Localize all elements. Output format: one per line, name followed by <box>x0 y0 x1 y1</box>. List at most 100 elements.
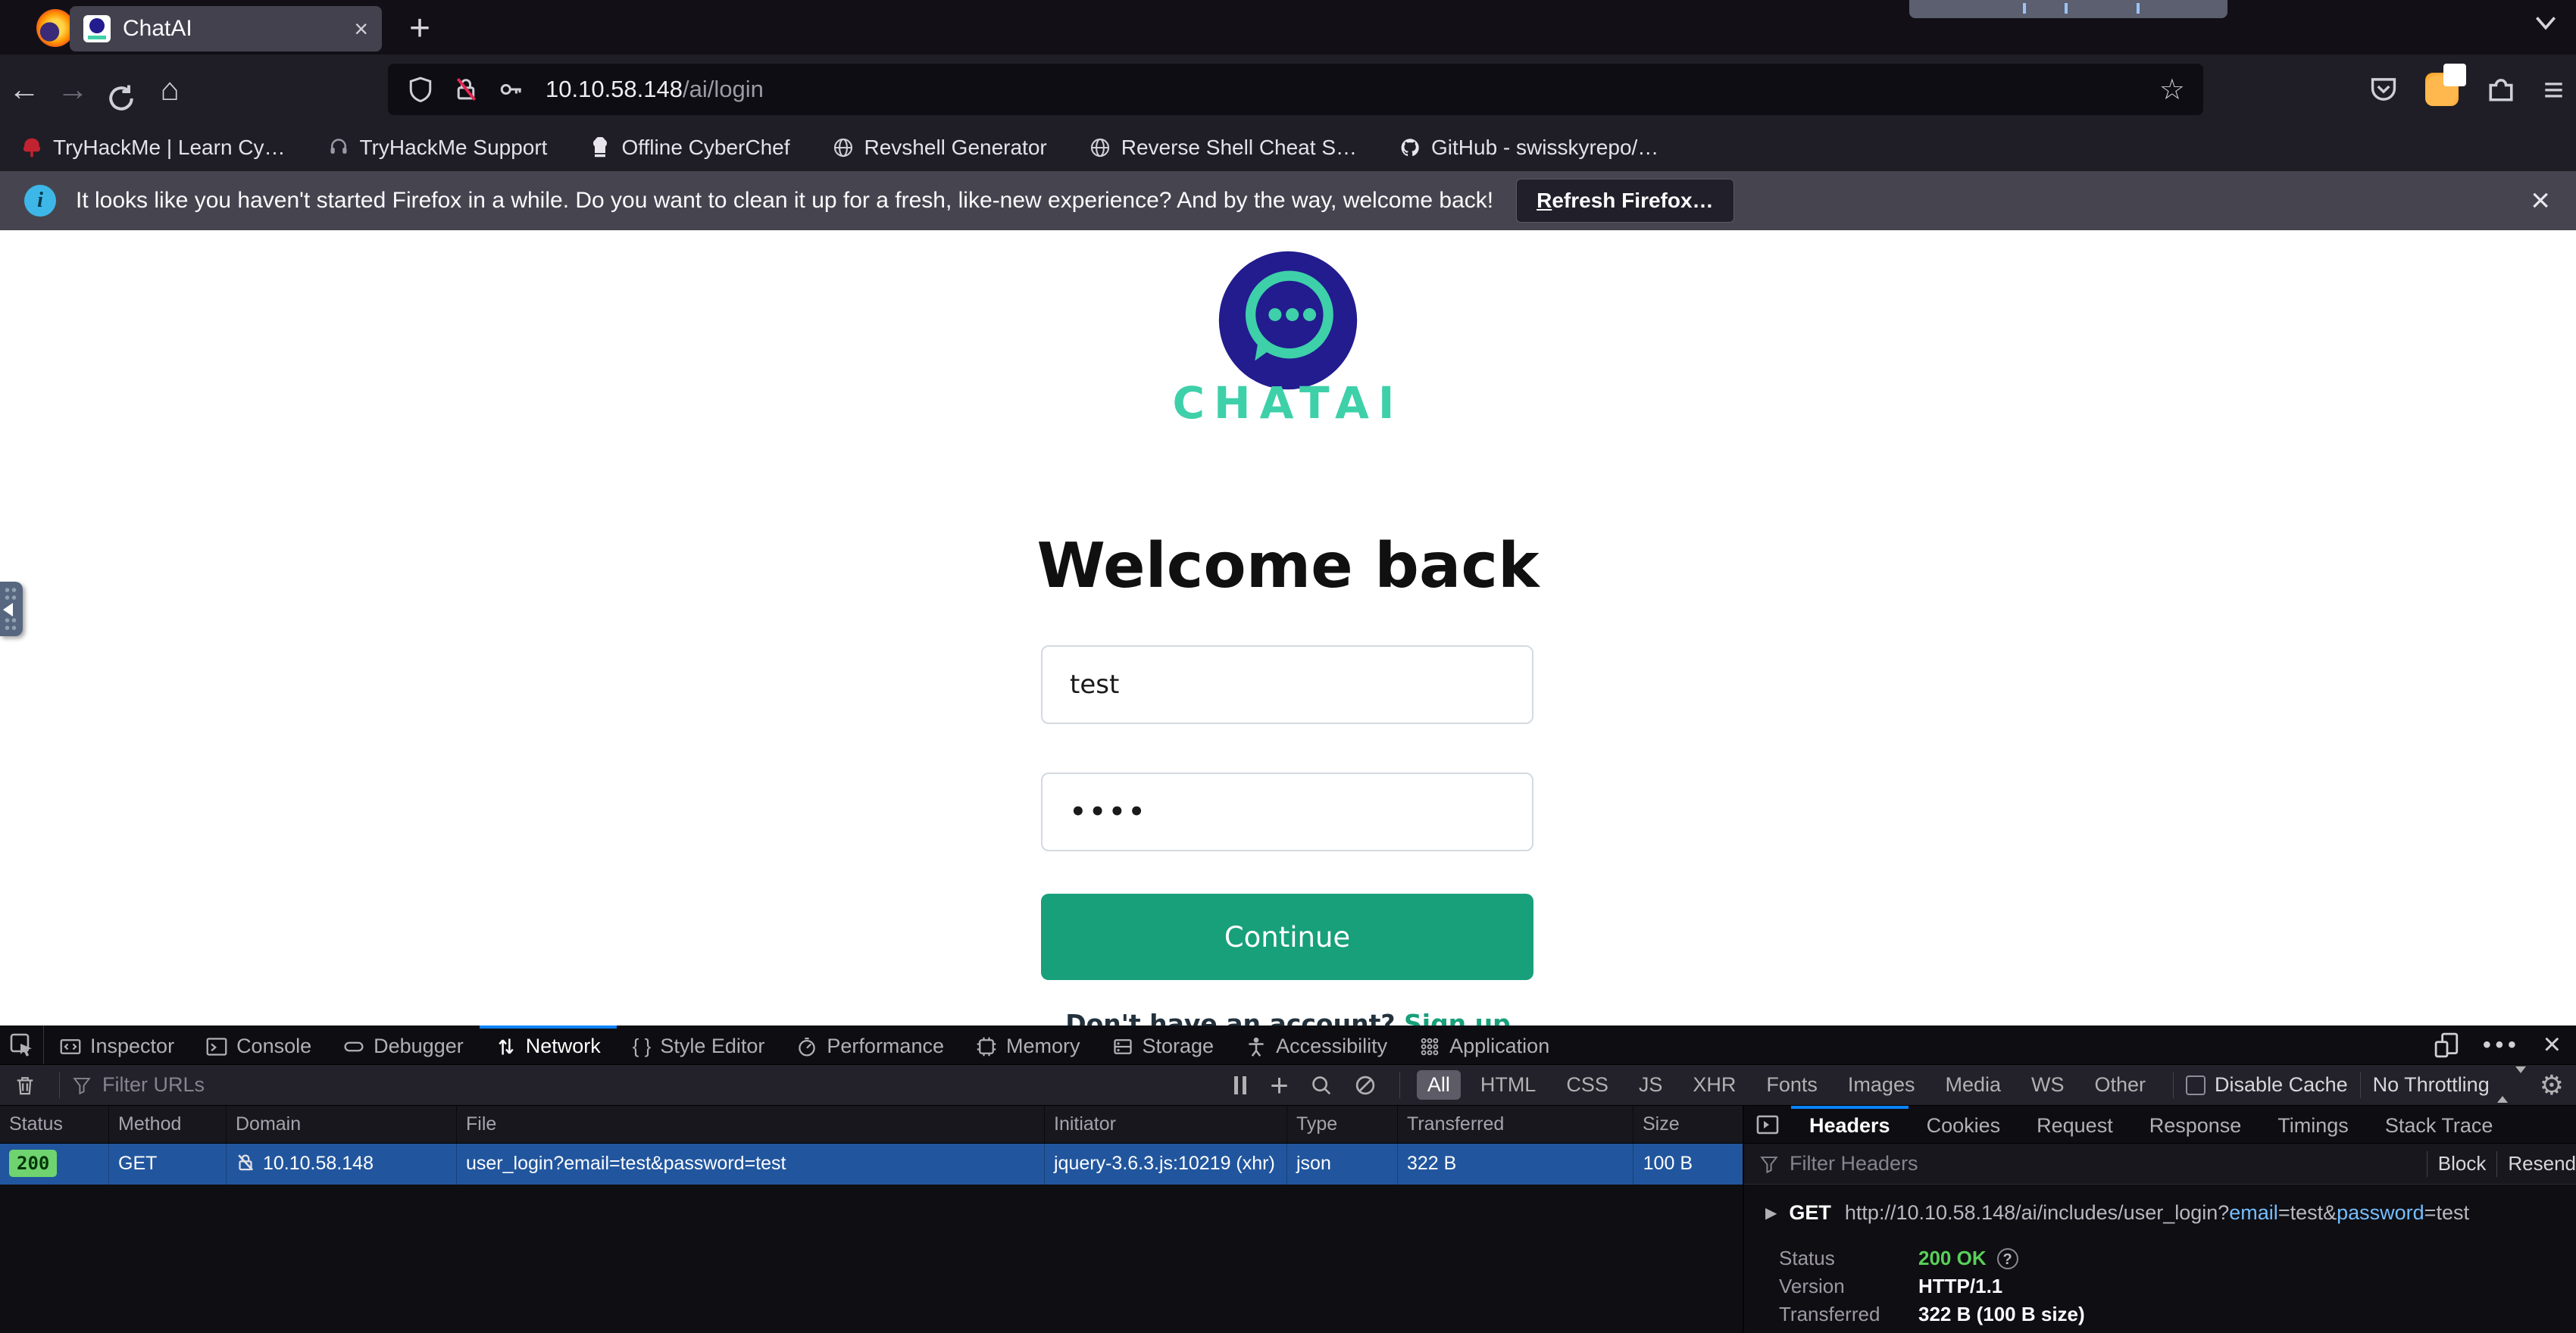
responsive-mode-icon[interactable] <box>2434 1032 2460 1058</box>
extensions-puzzle-icon[interactable] <box>2484 73 2518 106</box>
request-row-selected[interactable]: 200 GET 10.10.58.148 user_login?email=te… <box>0 1144 1743 1185</box>
filter-urls-input[interactable] <box>102 1073 345 1097</box>
block-button[interactable]: Block <box>2438 1152 2487 1175</box>
col-transferred[interactable]: Transferred <box>1398 1106 1633 1143</box>
tab-memory[interactable]: Memory <box>960 1026 1096 1064</box>
status-help-icon[interactable]: ? <box>1997 1248 2018 1269</box>
tab-request[interactable]: Request <box>2018 1106 2131 1143</box>
tab-debugger[interactable]: Debugger <box>327 1026 480 1064</box>
col-size[interactable]: Size <box>1633 1106 1741 1143</box>
filter-other[interactable]: Other <box>2084 1070 2157 1100</box>
col-status[interactable]: Status <box>0 1106 109 1143</box>
new-request-button[interactable]: + <box>1270 1067 1289 1104</box>
refresh-firefox-button[interactable]: Refresh Firefox… <box>1516 179 1733 223</box>
filter-fonts[interactable]: Fonts <box>1755 1070 1828 1100</box>
overlay-mark <box>2137 3 2140 14</box>
performance-icon <box>796 1036 818 1057</box>
pocket-icon[interactable] <box>2368 73 2399 105</box>
tab-timings[interactable]: Timings <box>2259 1106 2367 1143</box>
chevron-down-icon[interactable] <box>2529 8 2562 38</box>
continue-button[interactable]: Continue <box>1041 894 1533 980</box>
tab-style-editor[interactable]: { } Style Editor <box>617 1026 781 1064</box>
bookmark-tryhackme[interactable]: TryHackMe | Learn Cy… <box>21 136 286 160</box>
tab-console[interactable]: Console <box>190 1026 327 1064</box>
bookmark-star-icon[interactable]: ☆ <box>2159 73 2185 107</box>
tab-inspector[interactable]: Inspector <box>44 1026 190 1064</box>
network-main: Status Method Domain File Initiator Type… <box>0 1106 2576 1333</box>
tab-accessibility[interactable]: Accessibility <box>1230 1026 1403 1064</box>
filter-all[interactable]: All <box>1417 1070 1461 1100</box>
tab-cookies[interactable]: Cookies <box>1909 1106 2019 1143</box>
inspector-icon <box>60 1036 81 1057</box>
username-field[interactable] <box>1041 645 1533 724</box>
col-initiator[interactable]: Initiator <box>1045 1106 1287 1143</box>
block-request-button[interactable] <box>1354 1074 1377 1097</box>
filter-html[interactable]: HTML <box>1470 1070 1547 1100</box>
tab-application[interactable]: Application <box>1403 1026 1565 1064</box>
devtools-menu-icon[interactable]: ••• <box>2483 1032 2521 1058</box>
memory-icon <box>976 1036 997 1057</box>
search-button[interactable] <box>1310 1074 1333 1097</box>
devtools-close-icon[interactable]: × <box>2543 1028 2561 1062</box>
signup-link[interactable]: Sign up <box>1404 1009 1511 1026</box>
tab-response[interactable]: Response <box>2131 1106 2260 1143</box>
tab-close-icon[interactable]: × <box>354 15 368 43</box>
new-tab-button[interactable]: + <box>409 8 430 49</box>
col-file[interactable]: File <box>457 1106 1045 1143</box>
password-field[interactable] <box>1041 773 1533 851</box>
bookmark-github-swisskyrepo[interactable]: GitHub - swisskyrepo/… <box>1399 136 1658 160</box>
filter-media[interactable]: Media <box>1934 1070 2012 1100</box>
expand-triangle-icon[interactable]: ▶ <box>1765 1203 1777 1222</box>
bookmark-reverse-shell-cheatsheet[interactable]: Reverse Shell Cheat S… <box>1089 136 1357 160</box>
filter-css[interactable]: CSS <box>1555 1070 1619 1100</box>
shield-icon[interactable] <box>408 76 433 102</box>
reload-button[interactable] <box>97 65 145 114</box>
url-text[interactable]: 10.10.58.148/ai/login <box>546 76 764 103</box>
pause-recording-button[interactable] <box>1232 1076 1249 1094</box>
summary-status-row: Status 200 OK? <box>1779 1244 2576 1272</box>
menu-hamburger-icon[interactable]: ≡ <box>2543 69 2564 110</box>
filter-xhr[interactable]: XHR <box>1682 1070 1746 1100</box>
tab-network[interactable]: Network <box>480 1026 617 1064</box>
request-domain: 10.10.58.148 <box>227 1144 457 1185</box>
filter-images[interactable]: Images <box>1837 1070 1926 1100</box>
partial-overlay-popup <box>1909 0 2227 18</box>
col-type[interactable]: Type <box>1287 1106 1398 1143</box>
resend-button[interactable]: Resend <box>2508 1152 2576 1175</box>
home-button[interactable]: ⌂ <box>145 71 194 108</box>
filter-js[interactable]: JS <box>1628 1070 1674 1100</box>
back-button[interactable]: ← <box>0 71 48 108</box>
extension-alert-icon[interactable]: – <box>2425 73 2459 106</box>
request-summary-line[interactable]: ▶ GET http://10.10.58.148/ai/includes/us… <box>1765 1201 2576 1225</box>
disable-cache-label[interactable]: Disable Cache <box>2215 1073 2348 1097</box>
throttling-select[interactable]: No Throttling <box>2373 1073 2490 1097</box>
tab-storage[interactable]: Storage <box>1096 1026 1230 1064</box>
filter-funnel-icon <box>1759 1154 1779 1174</box>
insecure-lock-icon[interactable] <box>453 76 479 102</box>
bookmark-revshell-generator[interactable]: Revshell Generator <box>833 136 1047 160</box>
tab-headers[interactable]: Headers <box>1791 1106 1909 1143</box>
col-method[interactable]: Method <box>109 1106 227 1143</box>
disable-cache-checkbox[interactable] <box>2186 1075 2206 1095</box>
browser-tab-chatai[interactable]: ChatAI × <box>70 6 382 52</box>
notification-message: It looks like you haven't started Firefo… <box>76 188 1493 214</box>
storage-icon <box>1112 1036 1133 1057</box>
clear-requests-button[interactable] <box>14 1074 36 1097</box>
pick-element-button[interactable] <box>0 1026 44 1064</box>
bookmark-tryhackme-support[interactable]: TryHackMe Support <box>328 136 548 160</box>
bookmark-cyberchef[interactable]: Offline CyberChef <box>589 136 789 160</box>
sidebar-handle[interactable] <box>0 582 23 636</box>
col-domain[interactable]: Domain <box>227 1106 457 1143</box>
filter-ws[interactable]: WS <box>2021 1070 2075 1100</box>
tab-stack-trace[interactable]: Stack Trace <box>2367 1106 2512 1143</box>
tab-performance[interactable]: Performance <box>780 1026 960 1064</box>
url-bar[interactable]: 10.10.58.148/ai/login ☆ <box>388 64 2203 115</box>
forward-button[interactable]: → <box>48 71 97 108</box>
network-settings-gear-icon[interactable]: ⚙ <box>2540 1069 2564 1101</box>
filter-headers-input[interactable] <box>1790 1152 2032 1175</box>
insecure-lock-icon <box>236 1153 255 1172</box>
notification-close-icon[interactable]: × <box>2531 182 2550 220</box>
firefox-logo-icon[interactable] <box>36 9 74 47</box>
split-console-toggle[interactable] <box>1744 1106 1791 1143</box>
divider <box>59 1072 60 1098</box>
